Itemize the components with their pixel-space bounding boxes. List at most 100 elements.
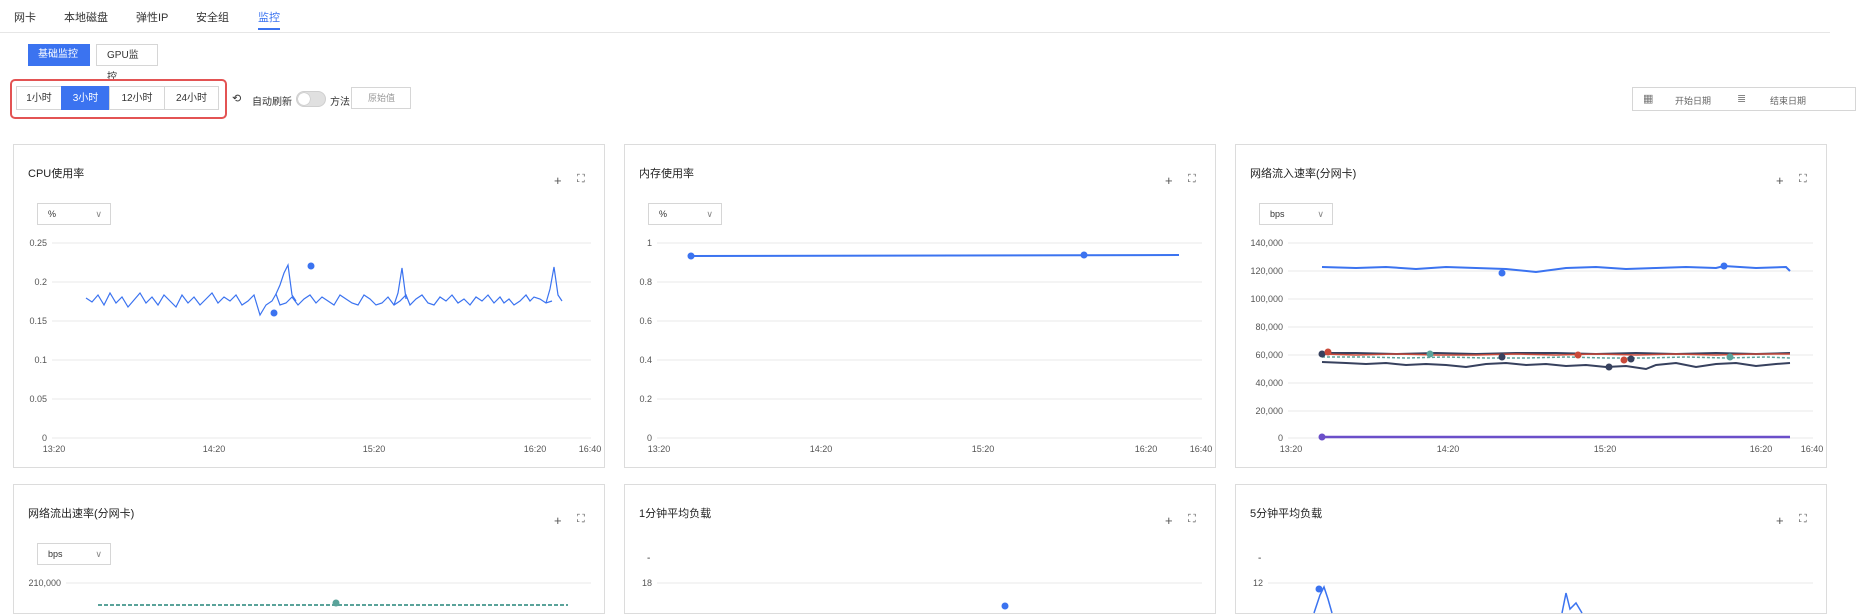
x-tick-label: 13:20 (648, 444, 671, 454)
method-select[interactable]: 原始值 (351, 87, 411, 109)
point-marker (1726, 353, 1734, 361)
series-line (1561, 592, 1583, 614)
y-tick-label: 0.15 (29, 316, 47, 326)
date-range-picker[interactable]: ▦ 开始日期 ≣ 结束日期 (1632, 87, 1856, 111)
y-tick-label: 0.1 (34, 355, 47, 365)
x-tick-label: 15:20 (972, 444, 995, 454)
method-value: 原始值 (368, 93, 396, 103)
x-tick-label: 14:20 (1437, 444, 1460, 454)
point-marker (1324, 348, 1332, 356)
y-tick-label: 80,000 (1255, 322, 1283, 332)
point-marker (1080, 251, 1088, 259)
range-3h-button[interactable]: 3小时 (61, 86, 110, 110)
cpu-usage-panel: CPU使用率 + ⛶ % ∨ 0.25 0.2 0.15 0.1 0.05 0 1… (13, 144, 605, 468)
point-marker (1498, 353, 1506, 361)
y-tick-label: 210,000 (28, 578, 61, 588)
y-tick-label: 18 (642, 578, 652, 588)
y-tick-label: 60,000 (1255, 350, 1283, 360)
load-1min-panel: 1分钟平均负载 + ⛶ - 18 (624, 484, 1216, 614)
y-tick-label: 0.25 (29, 238, 47, 248)
y-tick-label: 0.05 (29, 394, 47, 404)
x-tick-label: 14:20 (810, 444, 833, 454)
cpu-series-line (85, 291, 553, 317)
point-marker (1318, 433, 1326, 441)
y-tick-label: 0.2 (34, 277, 47, 287)
y-tick-label: 0.2 (639, 394, 652, 404)
range-1h-button[interactable]: 1小时 (16, 86, 62, 110)
x-tick-label: 16:40 (1801, 444, 1824, 454)
x-tick-label: 15:20 (363, 444, 386, 454)
point-marker (1315, 585, 1323, 593)
load-1min-chart: 18 (642, 578, 1202, 610)
memory-chart: 1 0.8 0.6 0.4 0.2 0 13:20 14:20 15:20 16… (639, 238, 1213, 454)
y-tick-label: 140,000 (1250, 238, 1283, 248)
load-5min-panel: 5分钟平均负载 + ⛶ - 12 (1235, 484, 1827, 614)
x-tick-label: 16:20 (1750, 444, 1773, 454)
memory-series-line (690, 254, 1180, 257)
range-24h-button[interactable]: 24小时 (164, 86, 219, 110)
y-tick-label: 1 (647, 238, 652, 248)
series-line-5 (1321, 361, 1791, 371)
cpu-spike-line (275, 262, 297, 302)
x-tick-label: 16:40 (1190, 444, 1213, 454)
subtab-basic-monitoring[interactable]: 基础监控 (28, 44, 90, 66)
cpu-spike-line (393, 267, 407, 306)
tab-security-group[interactable]: 安全组 (196, 9, 229, 25)
x-tick-label: 16:40 (579, 444, 602, 454)
series-line-4 (1322, 356, 1791, 359)
point-marker (1720, 262, 1728, 270)
separator-icon: ≣ (1737, 93, 1747, 105)
tab-nic[interactable]: 网卡 (14, 9, 36, 25)
network-in-chart: 140,000 120,000 100,000 80,000 60,000 40… (1250, 238, 1824, 454)
network-out-panel: 网络流出速率(分网卡) + ⛶ bps ∨ 210,000 (13, 484, 605, 614)
max-point-marker (307, 262, 315, 270)
point-marker (1620, 356, 1628, 364)
y-tick-label: 0 (1278, 433, 1283, 443)
tab-local-disk[interactable]: 本地磁盘 (64, 9, 108, 25)
subtab-gpu-monitoring[interactable]: GPU监控 (96, 44, 158, 83)
range-12h-button[interactable]: 12小时 (109, 86, 165, 110)
x-tick-label: 16:20 (1135, 444, 1158, 454)
y-tick-label: 40,000 (1255, 378, 1283, 388)
cpu-spike-line (545, 266, 563, 304)
point-marker (1605, 363, 1613, 371)
y-tick-label: 100,000 (1250, 294, 1283, 304)
auto-refresh-label: 自动刷新 (252, 97, 292, 108)
y-tick-label: 0.6 (639, 316, 652, 326)
y-tick-label: 0 (647, 433, 652, 443)
point-marker (1318, 350, 1326, 358)
x-tick-label: 13:20 (1280, 444, 1303, 454)
memory-usage-panel: 内存使用率 + ⛶ % ∨ 1 0.8 0.6 0.4 0.2 0 13:20 1… (624, 144, 1216, 468)
point-marker (332, 599, 340, 607)
point-marker (687, 252, 695, 260)
y-tick-label: 120,000 (1250, 266, 1283, 276)
x-tick-label: 16:20 (524, 444, 547, 454)
cpu-chart: 0.25 0.2 0.15 0.1 0.05 0 13:20 14:20 15:… (29, 238, 602, 454)
calendar-icon: ▦ (1643, 93, 1654, 105)
active-tab-indicator (258, 28, 280, 30)
end-date-field[interactable]: 结束日期 (1770, 94, 1806, 107)
tab-monitoring[interactable]: 监控 (258, 9, 280, 25)
x-tick-label: 15:20 (1594, 444, 1617, 454)
auto-refresh-toggle[interactable] (296, 91, 326, 107)
y-tick-label: 0 (42, 433, 47, 443)
x-tick-label: 14:20 (203, 444, 226, 454)
method-label: 方法 (330, 97, 350, 108)
network-out-chart: 210,000 (28, 578, 591, 607)
start-date-field[interactable]: 开始日期 (1675, 94, 1711, 107)
refresh-icon[interactable]: ⟲ (232, 92, 241, 105)
tab-elastic-ip[interactable]: 弹性IP (136, 9, 168, 25)
y-tick-label: 0.8 (639, 277, 652, 287)
x-tick-label: 13:20 (43, 444, 66, 454)
network-in-panel: 网络流入速率(分网卡) + ⛶ bps ∨ 140,000 120,000 100… (1235, 144, 1827, 468)
y-tick-label: 20,000 (1255, 406, 1283, 416)
tab-bar: 网卡 本地磁盘 弹性IP 安全组 监控 (0, 0, 1830, 33)
point-marker (1574, 351, 1582, 359)
load-5min-chart: 12 (1253, 578, 1813, 614)
y-tick-label: 0.4 (639, 355, 652, 365)
point-marker (1426, 350, 1434, 358)
y-tick-label: 12 (1253, 578, 1263, 588)
point-marker (1627, 355, 1635, 363)
point-marker (1498, 269, 1506, 277)
min-point-marker (270, 309, 278, 317)
